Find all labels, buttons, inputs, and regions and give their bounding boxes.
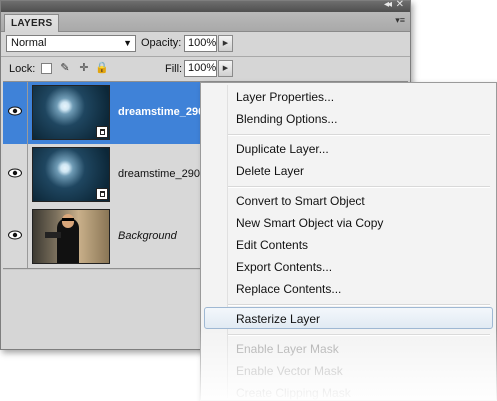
opacity-field[interactable]: 100% (184, 35, 217, 52)
eye-icon (8, 230, 22, 240)
menu-separator (228, 134, 490, 136)
menu-item-edit-contents[interactable]: Edit Contents (236, 238, 308, 252)
smart-object-icon (96, 126, 108, 138)
menu-item-replace-contents[interactable]: Replace Contents... (236, 282, 341, 296)
chevron-down-icon: ▼ (123, 38, 132, 48)
menu-item-layer-properties[interactable]: Layer Properties... (236, 90, 334, 104)
opacity-label: Opacity: (141, 37, 182, 49)
eye-icon (8, 106, 22, 116)
layer-thumbnail (32, 147, 110, 202)
fill-slider-arrow-icon[interactable]: ▶ (218, 60, 233, 77)
lock-position-icon[interactable]: ✛ (78, 62, 90, 74)
layer-name[interactable]: Background (118, 230, 177, 242)
menu-item-create-clipping-mask: Create Clipping Mask (236, 386, 351, 400)
context-menu: Layer Properties... Blending Options... … (200, 82, 497, 401)
panel-title-strip: ◂◂ ✕ (1, 0, 410, 12)
menu-separator (228, 334, 490, 336)
photo-head (62, 214, 74, 228)
menu-separator (228, 186, 490, 188)
layer-name[interactable]: dreamstime_290 (118, 106, 204, 118)
lock-label: Lock: (9, 63, 36, 75)
menu-item-export-contents[interactable]: Export Contents... (236, 260, 332, 274)
menu-item-convert-to-smart-object[interactable]: Convert to Smart Object (236, 194, 365, 208)
photo-shades (62, 218, 74, 221)
layer-thumbnail (32, 209, 110, 264)
menu-item-blending-options[interactable]: Blending Options... (236, 112, 337, 126)
photo-gun (45, 232, 61, 238)
smart-object-icon (96, 188, 108, 200)
fill-label: Fill: (165, 63, 183, 75)
lock-image-pixels-icon[interactable]: ✎ (59, 62, 71, 74)
menu-separator (228, 304, 490, 306)
visibility-toggle[interactable] (3, 82, 28, 144)
menu-item-rasterize-layer[interactable]: Rasterize Layer (236, 312, 320, 326)
opacity-slider-arrow-icon[interactable]: ▶ (218, 35, 233, 52)
blend-mode-select[interactable]: Normal ▼ (6, 35, 136, 52)
visibility-toggle[interactable] (3, 206, 28, 268)
fill-field[interactable]: 100% (184, 60, 217, 77)
divider (1, 56, 410, 57)
panel-menu-icon[interactable]: ▾≡ (395, 15, 405, 26)
menu-item-enable-vector-mask: Enable Vector Mask (236, 364, 343, 378)
visibility-toggle[interactable] (3, 144, 28, 206)
lock-transparent-pixels-icon[interactable] (41, 63, 52, 74)
double-chevron-right-icon[interactable]: ◂◂ (384, 0, 392, 10)
blend-mode-value: Normal (11, 37, 47, 49)
menu-item-duplicate-layer[interactable]: Duplicate Layer... (236, 142, 329, 156)
eye-icon (8, 168, 22, 178)
layer-thumbnail (32, 85, 110, 140)
lock-all-icon[interactable]: 🔒 (95, 62, 109, 74)
menu-item-delete-layer[interactable]: Delete Layer (236, 164, 304, 178)
panel-tabbar: LAYERS ▾≡ (1, 12, 410, 32)
close-icon[interactable]: ✕ (396, 0, 404, 10)
menu-gutter (227, 85, 228, 398)
tab-layers[interactable]: LAYERS (4, 14, 60, 32)
menu-item-enable-layer-mask: Enable Layer Mask (236, 342, 339, 356)
menu-item-new-smart-object-via-copy[interactable]: New Smart Object via Copy (236, 216, 383, 230)
